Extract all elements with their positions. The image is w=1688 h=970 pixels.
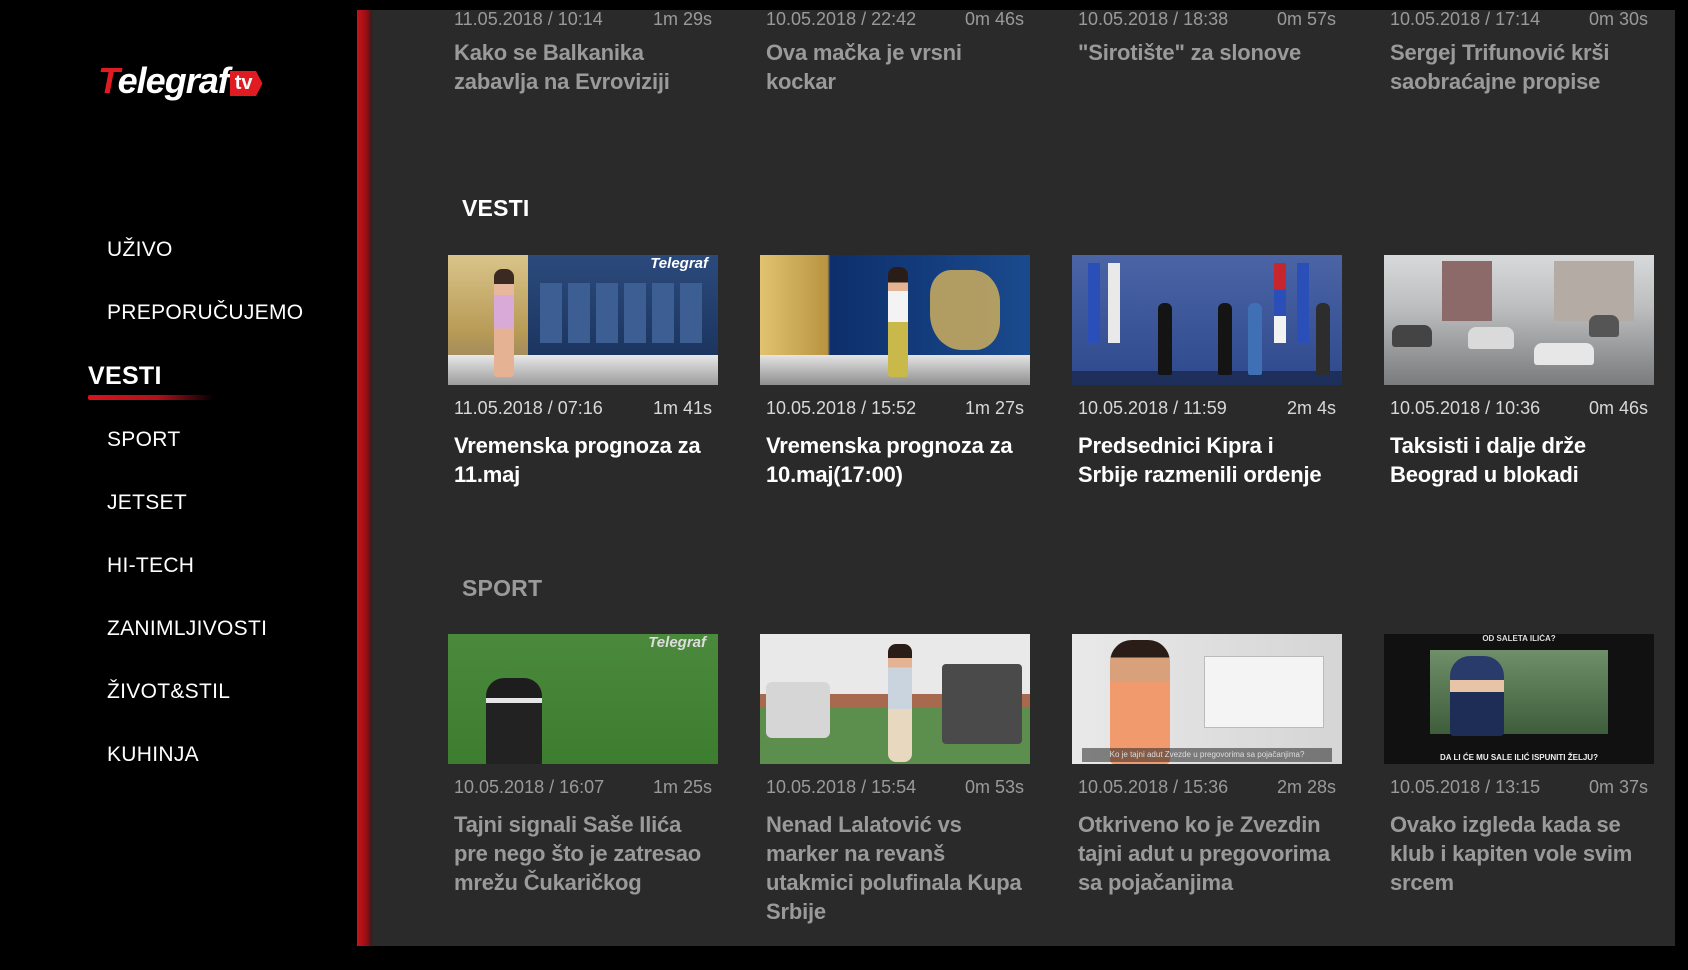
video-date: 10.05.2018 / 15:36 — [1078, 777, 1229, 797]
video-duration: 1m 25s — [652, 777, 712, 797]
video-title: Otkriveno ko je Zvezdin tajni adut u pre… — [1078, 812, 1330, 895]
section-title-sport: SPORT — [462, 575, 543, 601]
thumbnail-caption-bottom: DA LI ĆE MU SALE ILIĆ ISPUNITI ŽELJU? — [1440, 753, 1598, 762]
video-thumbnail: OD SALETA ILIĆA? DA LI ĆE MU SALE ILIĆ I… — [1384, 634, 1654, 764]
section-title-vesti: VESTI — [462, 195, 530, 221]
video-card[interactable]: 10.05.2018 / 15:52 1m 27s Vremenska progn… — [760, 255, 1030, 489]
video-thumbnail: Ko je tajni adut Zvezde u pregovorima sa… — [1072, 634, 1342, 764]
video-date: 11.05.2018 / 07:16 — [454, 398, 603, 418]
video-duration: 0m 46s — [964, 10, 1024, 29]
video-card[interactable]: OD SALETA ILIĆA? DA LI ĆE MU SALE ILIĆ I… — [1384, 634, 1654, 897]
video-date: 10.05.2018 / 13:15 — [1390, 777, 1541, 797]
content-panel: 11.05.2018 / 10:14 1m 29s Kako se Balkani… — [357, 10, 1675, 946]
thumbnail-caption: Ko je tajni adut Zvezde u pregovorima sa… — [1082, 748, 1332, 762]
video-card[interactable]: Telegraf 10.05.2018 / 16:07 1m 25s Tajni … — [448, 634, 718, 897]
logo-tv-badge: tv — [229, 71, 263, 96]
thumbnail-watermark: Telegraf — [650, 255, 708, 272]
video-title: Tajni signali Saše Ilića pre nego što je… — [454, 812, 702, 895]
video-card[interactable]: 10.05.2018 / 18:38 0m 57s "Sirotište" za … — [1072, 10, 1342, 67]
active-indicator — [88, 395, 214, 400]
menu-item-preporucujemo[interactable]: PREPORUČUJEMO — [107, 301, 303, 325]
logo-wordmark: Telegraf — [98, 60, 230, 101]
video-thumbnail — [1072, 255, 1342, 385]
video-date: 10.05.2018 / 22:42 — [766, 10, 917, 29]
video-date: 10.05.2018 / 11:59 — [1078, 398, 1227, 418]
menu-item-kuhinja[interactable]: KUHINJA — [107, 743, 199, 767]
panel-edge-accent — [357, 10, 372, 946]
video-duration: 1m 27s — [964, 398, 1024, 418]
telegraf-tv-logo[interactable]: Telegraf tv — [98, 58, 263, 100]
video-duration: 0m 57s — [1276, 10, 1336, 29]
video-date: 10.05.2018 / 15:54 — [766, 777, 917, 797]
thumbnail-watermark: Telegraf — [648, 634, 706, 651]
video-duration: 0m 53s — [964, 777, 1024, 797]
video-card[interactable]: Ko je tajni adut Zvezde u pregovorima sa… — [1072, 634, 1342, 897]
video-duration: 1m 29s — [652, 10, 712, 29]
menu-item-sport[interactable]: SPORT — [107, 428, 180, 452]
menu-item-vesti[interactable]: VESTI — [88, 362, 162, 391]
video-duration: 2m 4s — [1286, 398, 1336, 418]
video-duration: 0m 37s — [1588, 777, 1648, 797]
video-date: 10.05.2018 / 18:38 — [1078, 10, 1229, 29]
video-card[interactable]: 10.05.2018 / 15:54 0m 53s Nenad Lalatović… — [760, 634, 1030, 926]
video-duration: 2m 28s — [1276, 777, 1336, 797]
menu-item-zivot-stil[interactable]: ŽIVOT&STIL — [107, 680, 230, 704]
menu-item-zanimljivosti[interactable]: ZANIMLJIVOSTI — [107, 617, 267, 641]
video-duration: 0m 46s — [1588, 398, 1648, 418]
video-thumbnail — [760, 255, 1030, 385]
video-thumbnail — [760, 634, 1030, 764]
video-duration: 0m 30s — [1588, 10, 1648, 29]
video-date: 11.05.2018 / 10:14 — [454, 10, 603, 29]
video-title: Kako se Balkanika zabavlja na Evroviziji — [454, 40, 670, 94]
video-duration: 1m 41s — [652, 398, 712, 418]
video-title: Vremenska prognoza za 10.maj(17:00) — [766, 433, 1013, 487]
video-date: 10.05.2018 / 17:14 — [1390, 10, 1541, 29]
video-date: 10.05.2018 / 16:07 — [454, 777, 605, 797]
video-card[interactable]: 10.05.2018 / 22:42 0m 46s Ova mačka je vr… — [760, 10, 1030, 96]
video-thumbnail — [1384, 255, 1654, 385]
sidebar: Telegraf tv UŽIVO PREPORUČUJEMO VESTI SP… — [0, 0, 357, 970]
video-title: Sergej Trifunović krši saobraćajne propi… — [1390, 40, 1610, 94]
video-title: Predsednici Kipra i Srbije razmenili ord… — [1078, 433, 1322, 487]
menu-item-uzivo[interactable]: UŽIVO — [107, 238, 173, 262]
video-title: Nenad Lalatović vs marker na revanš utak… — [766, 812, 1022, 924]
menu-item-hi-tech[interactable]: HI-TECH — [107, 554, 194, 578]
video-title: Ovako izgleda kada se klub i kapiten vol… — [1390, 812, 1633, 895]
video-card[interactable]: 10.05.2018 / 11:59 2m 4s Predsednici Kipr… — [1072, 255, 1342, 489]
video-thumbnail: Telegraf — [448, 634, 718, 764]
video-date: 10.05.2018 / 10:36 — [1390, 398, 1541, 418]
video-thumbnail: Telegraf — [448, 255, 718, 385]
video-title: "Sirotište" za slonove — [1078, 40, 1302, 65]
video-title: Taksisti i dalje drže Beograd u blokadi — [1390, 433, 1586, 487]
menu-item-jetset[interactable]: JETSET — [107, 491, 187, 515]
video-title: Vremenska prognoza za 11.maj — [454, 433, 701, 487]
video-card[interactable]: 11.05.2018 / 10:14 1m 29s Kako se Balkani… — [448, 10, 718, 96]
video-card[interactable]: 10.05.2018 / 10:36 0m 46s Taksisti i dalj… — [1384, 255, 1654, 489]
video-date: 10.05.2018 / 15:52 — [766, 398, 917, 418]
video-card[interactable]: Telegraf 11.05.2018 / 07:16 1m 41s Vremen… — [448, 255, 718, 489]
thumbnail-caption-top: OD SALETA ILIĆA? — [1482, 634, 1556, 643]
video-card[interactable]: 10.05.2018 / 17:14 0m 30s Sergej Trifunov… — [1384, 10, 1654, 96]
video-title: Ova mačka je vrsni kockar — [766, 40, 962, 94]
